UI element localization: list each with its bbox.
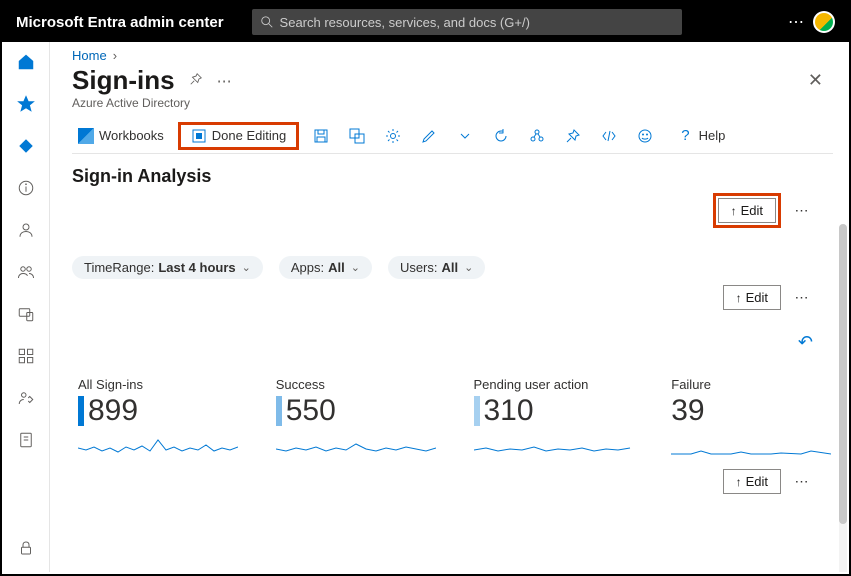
nav-protect-icon[interactable] — [14, 536, 38, 560]
filter-timerange[interactable]: TimeRange: Last 4 hours ⌄ — [72, 256, 263, 279]
nav-billing-icon[interactable] — [14, 428, 38, 452]
done-editing-icon — [191, 128, 207, 144]
page-header: Sign-ins ⋯ ✕ — [72, 65, 833, 96]
chevron-down-icon: ⌄ — [464, 261, 473, 274]
highlight-done-editing: Done Editing — [178, 122, 299, 150]
avatar[interactable] — [813, 11, 835, 33]
chevron-right-icon: › — [113, 48, 117, 63]
section-more-icon[interactable]: ⋯ — [791, 289, 813, 306]
filter-row: TimeRange: Last 4 hours ⌄ Apps: All ⌄ Us… — [72, 256, 833, 279]
done-editing-button[interactable]: Done Editing — [185, 125, 292, 147]
undo-row: ↶ — [72, 332, 833, 353]
edit-section-button[interactable]: ↑ Edit — [718, 198, 776, 223]
metric-pending: Pending user action 310 — [474, 377, 636, 463]
metric-all-signins: All Sign-ins 899 — [78, 377, 240, 463]
nav-info-icon[interactable] — [14, 176, 38, 200]
workbooks-button[interactable]: Workbooks — [72, 125, 170, 147]
breadcrumb-home[interactable]: Home — [72, 48, 107, 63]
page-subtitle: Azure Active Directory — [72, 96, 833, 110]
section-more-icon[interactable]: ⋯ — [791, 473, 813, 490]
product-title: Microsoft Entra admin center — [16, 14, 224, 31]
nav-apps-icon[interactable] — [14, 344, 38, 368]
chevron-down-icon: ⌄ — [351, 261, 360, 274]
nav-roles-icon[interactable] — [14, 386, 38, 410]
metric-bar — [474, 396, 480, 426]
code-button[interactable] — [595, 125, 623, 147]
search-placeholder: Search resources, services, and docs (G+… — [280, 15, 530, 30]
code-icon — [601, 128, 617, 144]
search-input[interactable]: Search resources, services, and docs (G+… — [252, 9, 682, 35]
sparkline — [474, 434, 634, 458]
gear-icon — [385, 128, 401, 144]
metric-failure: Failure 39 — [671, 377, 833, 463]
section-actions-1: ↑ Edit ⋯ — [72, 193, 833, 228]
filter-apps[interactable]: Apps: All ⌄ — [279, 256, 372, 279]
nav-devices-icon[interactable] — [14, 302, 38, 326]
metrics-row: All Sign-ins 899 Success 550 Pending use… — [72, 377, 833, 463]
share-icon — [529, 128, 545, 144]
search-icon — [260, 15, 274, 29]
chevron-down-icon: ⌄ — [242, 261, 251, 274]
settings-button[interactable] — [379, 125, 407, 147]
sparkline — [78, 434, 238, 458]
sparkline — [276, 434, 436, 458]
section-title: Sign-in Analysis — [72, 166, 833, 187]
edit-button[interactable] — [415, 125, 443, 147]
pin-icon — [565, 128, 581, 144]
more-icon[interactable]: ⋯ — [787, 13, 805, 31]
filter-users[interactable]: Users: All ⌄ — [388, 256, 485, 279]
feedback-button[interactable] — [631, 125, 659, 147]
pencil-icon — [421, 128, 437, 144]
more-icon[interactable]: ⋯ — [217, 72, 232, 90]
workbook-toolbar: Workbooks Done Editing ? Help — [72, 124, 833, 154]
smiley-icon — [637, 128, 653, 144]
metric-success: Success 550 — [276, 377, 438, 463]
scrollbar[interactable] — [839, 224, 847, 572]
up-arrow-icon: ↑ — [731, 204, 737, 218]
nav-entra-icon[interactable] — [14, 134, 38, 158]
help-icon: ? — [681, 127, 689, 144]
edit-dropdown[interactable] — [451, 125, 479, 147]
chevron-down-icon — [457, 128, 473, 144]
highlight-edit-button: ↑ Edit — [713, 193, 781, 228]
refresh-icon — [493, 128, 509, 144]
page-title: Sign-ins — [72, 65, 175, 96]
sparkline — [671, 434, 831, 458]
saveas-button[interactable] — [343, 125, 371, 147]
help-button[interactable]: ? Help — [675, 124, 731, 147]
close-icon[interactable]: ✕ — [808, 70, 833, 91]
pin-toolbar-button[interactable] — [559, 125, 587, 147]
edit-section-button[interactable]: ↑ Edit — [723, 469, 781, 494]
nav-rail — [2, 42, 50, 572]
section-actions-3: ↑ Edit ⋯ — [72, 469, 833, 494]
save-button[interactable] — [307, 125, 335, 147]
pin-icon[interactable] — [189, 72, 203, 90]
metric-bar — [276, 396, 282, 426]
saveas-icon — [349, 128, 365, 144]
section-actions-2: ↑ Edit ⋯ — [72, 285, 833, 310]
top-bar: Microsoft Entra admin center Search reso… — [2, 2, 849, 42]
share-button[interactable] — [523, 125, 551, 147]
nav-home-icon[interactable] — [14, 50, 38, 74]
breadcrumb: Home › — [72, 48, 833, 63]
refresh-button[interactable] — [487, 125, 515, 147]
save-icon — [313, 128, 329, 144]
nav-groups-icon[interactable] — [14, 260, 38, 284]
up-arrow-icon: ↑ — [736, 291, 742, 305]
workbooks-icon — [78, 128, 94, 144]
edit-section-button[interactable]: ↑ Edit — [723, 285, 781, 310]
nav-users-icon[interactable] — [14, 218, 38, 242]
up-arrow-icon: ↑ — [736, 475, 742, 489]
main-content: Home › Sign-ins ⋯ ✕ Azure Active Directo… — [50, 42, 849, 572]
undo-icon[interactable]: ↶ — [798, 332, 813, 353]
section-more-icon[interactable]: ⋯ — [791, 202, 813, 219]
nav-favorites-icon[interactable] — [14, 92, 38, 116]
metric-bar — [78, 396, 84, 426]
scroll-thumb[interactable] — [839, 224, 847, 524]
